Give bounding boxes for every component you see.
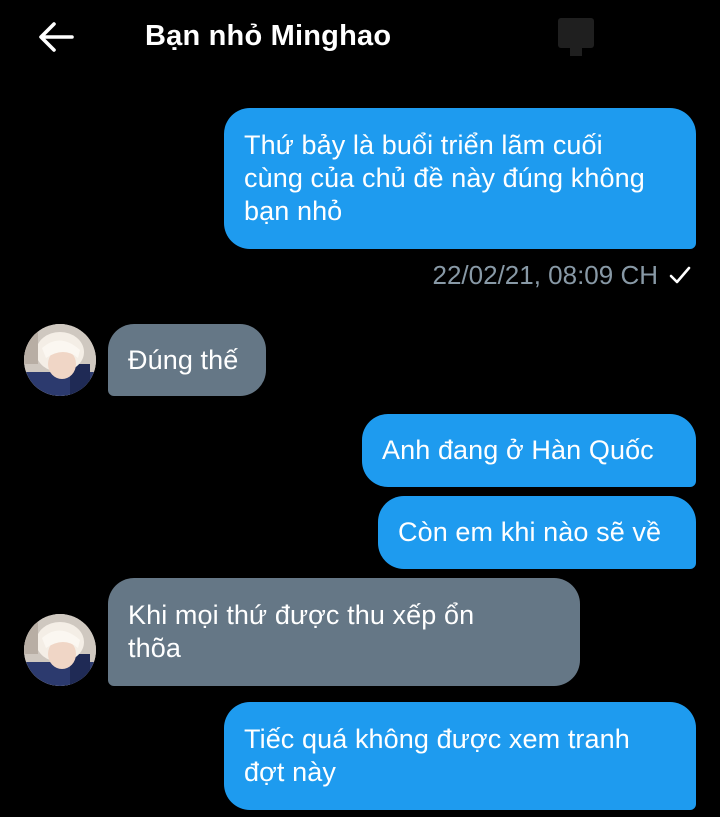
background-decoration-icon — [558, 18, 594, 56]
message-text: Tiếc quá không được xem tranh đợt này — [244, 724, 630, 787]
message-bubble-received[interactable]: Đúng thế — [108, 324, 266, 396]
message-bubble-sent[interactable]: Còn em khi nào sẽ về — [378, 496, 696, 569]
avatar[interactable] — [24, 614, 96, 686]
message-bubble-sent[interactable]: Anh đang ở Hàn Quốc — [362, 414, 696, 487]
conversation-title[interactable]: Bạn nhỏ Minghao — [145, 18, 391, 54]
avatar[interactable] — [24, 324, 96, 396]
message-bubble-sent[interactable]: Thứ bảy là buổi triển lãm cuối cùng của … — [224, 108, 696, 249]
message-text: Thứ bảy là buổi triển lãm cuối cùng của … — [244, 130, 645, 226]
back-button[interactable] — [34, 17, 78, 57]
message-bubble-sent[interactable]: Tiếc quá không được xem tranh đợt này — [224, 702, 696, 810]
message-timestamp: 22/02/21, 08:09 CH — [433, 258, 693, 292]
message-text: Đúng thế — [128, 344, 239, 375]
arrow-left-icon — [39, 22, 74, 52]
chat-header: Bạn nhỏ Minghao — [0, 0, 720, 72]
check-icon — [668, 264, 692, 286]
message-text: Khi mọi thứ được thu xếp ổn thõa — [128, 600, 475, 663]
user-avatar-icon — [24, 614, 96, 686]
message-text: Còn em khi nào sẽ về — [398, 517, 662, 547]
message-text: Anh đang ở Hàn Quốc — [382, 435, 654, 465]
user-avatar-icon — [24, 324, 96, 396]
message-bubble-received[interactable]: Khi mọi thứ được thu xếp ổn thõa — [108, 578, 580, 686]
timestamp-text: 22/02/21, 08:09 CH — [432, 260, 659, 290]
